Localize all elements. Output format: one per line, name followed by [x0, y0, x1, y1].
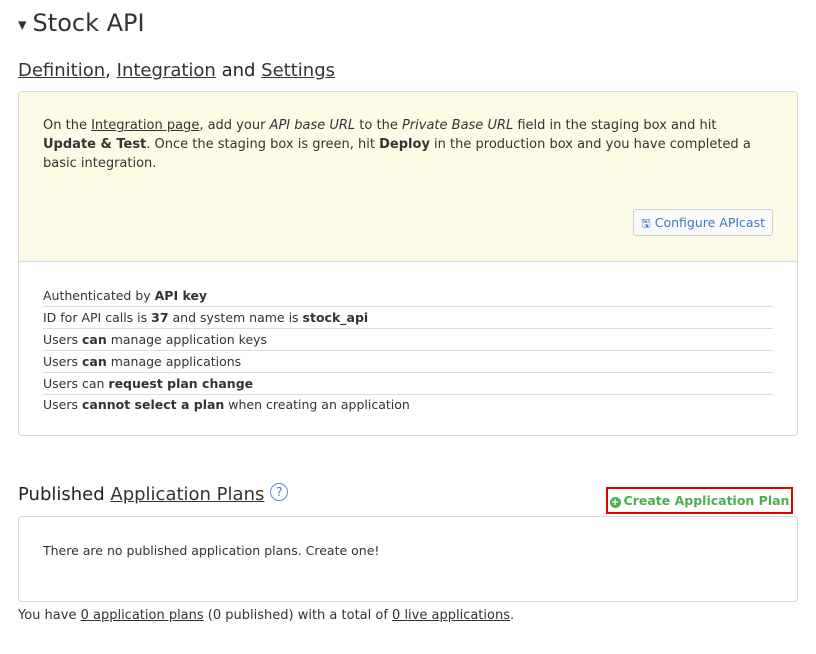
collapse-toggle-icon[interactable]: ▾: [18, 8, 27, 42]
list-item: Authenticated by API key: [43, 286, 773, 307]
configure-apicast-button[interactable]: 🖫 Configure APIcast: [633, 209, 773, 236]
service-subnav: Definition, Integration and Settings: [18, 60, 335, 81]
list-item: Users can manage application keys: [43, 330, 773, 351]
page-title: ▾ Stock API: [18, 6, 145, 43]
application-plans-count-link[interactable]: 0 application plans: [81, 608, 204, 623]
published-plans-heading: Published Application Plans?: [18, 482, 289, 508]
empty-plans-message: There are no published application plans…: [43, 543, 380, 558]
list-item: Users can request plan change: [43, 374, 773, 395]
integration-page-link[interactable]: Integration page: [91, 118, 199, 133]
list-item: Users can manage applications: [43, 352, 773, 373]
integration-notice: On the Integration page, add your API ba…: [19, 92, 797, 262]
settings-link[interactable]: Settings: [261, 60, 335, 81]
plans-summary: You have 0 application plans (0 publishe…: [18, 608, 515, 623]
plus-circle-icon: +: [609, 497, 621, 508]
live-applications-link[interactable]: 0 live applications: [392, 608, 510, 623]
create-application-plan-button[interactable]: + Create Application Plan: [606, 487, 793, 514]
service-name: Stock API: [32, 9, 145, 37]
definition-link[interactable]: Definition: [18, 60, 105, 81]
list-item: ID for API calls is 37 and system name i…: [43, 308, 773, 329]
save-disk-icon: 🖫: [641, 217, 651, 230]
integration-link[interactable]: Integration: [117, 60, 216, 81]
published-plans-panel: There are no published application plans…: [18, 516, 798, 602]
service-facts-list: Authenticated by API key ID for API call…: [19, 262, 797, 415]
help-icon[interactable]: ?: [270, 483, 289, 501]
integration-instructions: On the Integration page, add your API ba…: [43, 118, 751, 171]
application-plans-link[interactable]: Application Plans: [110, 484, 264, 505]
list-item: Users cannot select a plan when creating…: [43, 397, 410, 413]
service-overview-panel: On the Integration page, add your API ba…: [18, 91, 798, 436]
